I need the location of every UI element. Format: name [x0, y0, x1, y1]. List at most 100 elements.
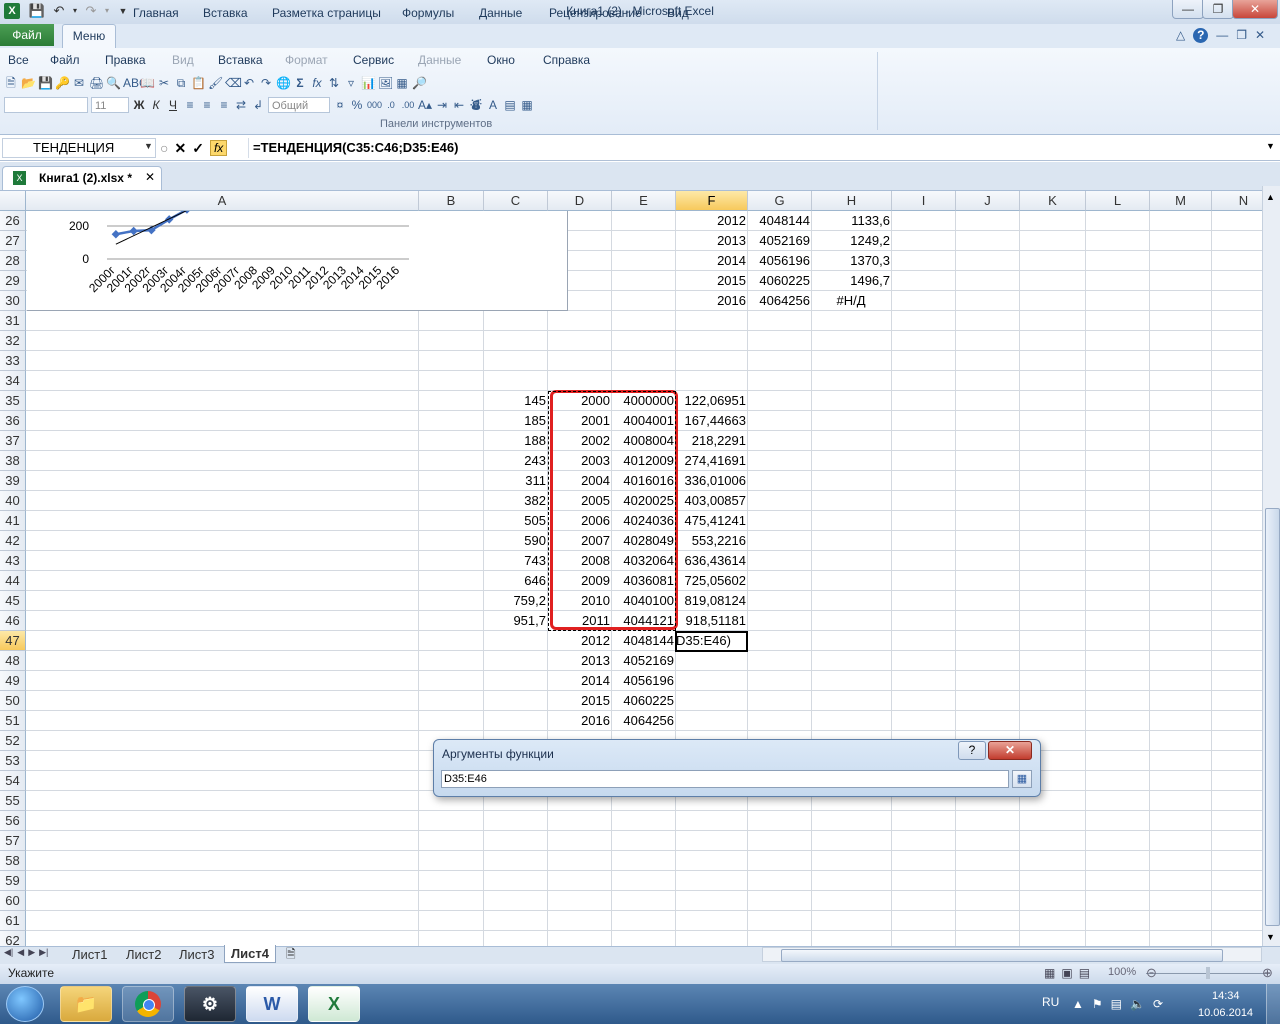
row-header-61[interactable]: 61: [0, 911, 26, 931]
cell-d47[interactable]: 2012: [548, 631, 612, 651]
row-header-60[interactable]: 60: [0, 891, 26, 911]
row-header-40[interactable]: 40: [0, 491, 26, 511]
cell-c38[interactable]: 243: [484, 451, 548, 471]
cell-f36[interactable]: 167,44663: [676, 411, 748, 431]
doc-restore-icon[interactable]: ❐: [1236, 28, 1247, 44]
row-header-26[interactable]: 26: [0, 211, 26, 231]
cell-c44[interactable]: 646: [484, 571, 548, 591]
cell-c37[interactable]: 188: [484, 431, 548, 451]
select-all-corner[interactable]: [0, 191, 26, 211]
font-color-icon[interactable]: A: [486, 98, 500, 112]
row-header-39[interactable]: 39: [0, 471, 26, 491]
row-header-30[interactable]: 30: [0, 291, 26, 311]
dialog-close-button[interactable]: ✕: [988, 741, 1032, 760]
doc-close-icon[interactable]: ✕: [1255, 28, 1265, 44]
save-toolbar-icon[interactable]: 💾: [38, 76, 53, 90]
fill-color-icon[interactable]: ⛇: [469, 98, 483, 112]
column-header-e[interactable]: E: [612, 191, 676, 211]
scroll-down-icon[interactable]: ▼: [1266, 932, 1275, 942]
insert-hyperlink-icon[interactable]: 🌐: [276, 76, 291, 90]
dialog-range-input[interactable]: D35:E46: [441, 770, 1009, 788]
row-header-58[interactable]: 58: [0, 851, 26, 871]
print-icon[interactable]: 🖨: [89, 76, 104, 90]
embedded-chart[interactable]: 200 0 2000г 2001г 2002г 2003г 2004г 2005г 2006г 2…: [27, 211, 568, 311]
research-icon[interactable]: 📖: [140, 76, 155, 90]
volume-icon[interactable]: 🔈: [1130, 997, 1145, 1011]
clock-time[interactable]: 14:34: [1212, 990, 1240, 1002]
format-painter-icon[interactable]: 🖌: [208, 76, 223, 90]
row-header-34[interactable]: 34: [0, 371, 26, 391]
zoom-thumb[interactable]: [1206, 967, 1210, 979]
cell-d49[interactable]: 2014: [548, 671, 612, 691]
print-preview-icon[interactable]: 🔍: [106, 76, 121, 90]
cell-f44[interactable]: 725,05602: [676, 571, 748, 591]
menu-file[interactable]: Файл: [50, 52, 80, 68]
insert-function-icon[interactable]: fx: [310, 76, 324, 90]
picture-icon[interactable]: 🖼: [378, 76, 393, 90]
row-header-49[interactable]: 49: [0, 671, 26, 691]
cell-c46[interactable]: 951,7: [484, 611, 548, 631]
menu-format[interactable]: Формат: [285, 52, 328, 68]
next-sheet-icon[interactable]: ▶: [28, 947, 35, 963]
cell-g27[interactable]: 4052169: [748, 231, 812, 251]
thousands-icon[interactable]: 000: [367, 98, 382, 112]
cancel-formula-icon[interactable]: ✕: [174, 140, 186, 157]
paste-icon[interactable]: 📋: [191, 76, 206, 90]
cell-g26[interactable]: 4048144: [748, 211, 812, 231]
email-icon[interactable]: ✉: [72, 76, 86, 90]
sheet-tab-2[interactable]: Лист2: [126, 946, 161, 963]
insert-function-button[interactable]: fx: [209, 140, 228, 156]
cell-c40[interactable]: 382: [484, 491, 548, 511]
column-header-b[interactable]: B: [419, 191, 484, 211]
tab-file[interactable]: Файл: [0, 24, 54, 46]
cell-f26[interactable]: 2012: [676, 211, 748, 231]
page-layout-view-icon[interactable]: ▣: [1061, 966, 1072, 980]
column-header-g[interactable]: G: [748, 191, 812, 211]
cell-h26[interactable]: 1133,6: [812, 211, 892, 231]
zoom-in-icon[interactable]: ⊕: [1262, 965, 1273, 981]
cell-c43[interactable]: 743: [484, 551, 548, 571]
action-center-icon[interactable]: ⚑: [1092, 997, 1103, 1011]
column-header-i[interactable]: I: [892, 191, 956, 211]
clear-icon[interactable]: ⌫: [225, 76, 242, 90]
row-header-59[interactable]: 59: [0, 871, 26, 891]
cell-g30[interactable]: 4064256: [748, 291, 812, 311]
underline-button[interactable]: Ч: [166, 98, 180, 112]
bold-button[interactable]: Ж: [132, 98, 146, 112]
name-box-dropdown-icon[interactable]: ▼: [144, 141, 153, 151]
cell-f35[interactable]: 122,06951: [676, 391, 748, 411]
menu-insert[interactable]: Вставка: [218, 52, 263, 68]
zoom-out-icon[interactable]: ⊝: [1146, 965, 1157, 981]
minimize-button[interactable]: —: [1172, 0, 1204, 19]
styles-icon[interactable]: ▤: [503, 98, 517, 112]
cell-c42[interactable]: 590: [484, 531, 548, 551]
row-header-31[interactable]: 31: [0, 311, 26, 331]
row-header-50[interactable]: 50: [0, 691, 26, 711]
align-center-icon[interactable]: ≡: [200, 98, 214, 112]
cell-c35[interactable]: 145: [484, 391, 548, 411]
new-icon[interactable]: 🗎: [4, 76, 18, 90]
spreadsheet-grid[interactable]: ABCDEFGHIJKLMN 26 27 28 29 30 31 32 33 34 35 36 37 3…: [0, 191, 1262, 947]
copy-icon[interactable]: ⧉: [174, 76, 188, 90]
cell-c36[interactable]: 185: [484, 411, 548, 431]
column-header-a[interactable]: A: [26, 191, 419, 211]
menu-view[interactable]: Вид: [172, 52, 194, 68]
redo-toolbar-icon[interactable]: ↷: [259, 76, 273, 90]
taskbar-steam-icon[interactable]: ⚙: [184, 986, 236, 1022]
scroll-thumb[interactable]: [1265, 508, 1280, 926]
row-header-44[interactable]: 44: [0, 571, 26, 591]
help-icon[interactable]: ?: [1193, 28, 1209, 43]
autosum-icon[interactable]: Σ: [293, 76, 307, 90]
clock-date[interactable]: 10.06.2014: [1198, 1007, 1253, 1019]
menu-edit[interactable]: Правка: [105, 52, 146, 68]
tab-home[interactable]: Главная: [133, 4, 179, 22]
permission-icon[interactable]: 🔑: [55, 76, 70, 90]
row-header-43[interactable]: 43: [0, 551, 26, 571]
increase-font-icon[interactable]: A▴: [418, 98, 432, 112]
cell-f40[interactable]: 403,00857: [676, 491, 748, 511]
cell-f38[interactable]: 274,41691: [676, 451, 748, 471]
formula-input[interactable]: =ТЕНДЕНЦИЯ(C35:C46;D35:E46): [248, 138, 1271, 158]
row-header-32[interactable]: 32: [0, 331, 26, 351]
start-button[interactable]: [6, 986, 44, 1022]
first-sheet-icon[interactable]: ◀|: [4, 947, 13, 963]
